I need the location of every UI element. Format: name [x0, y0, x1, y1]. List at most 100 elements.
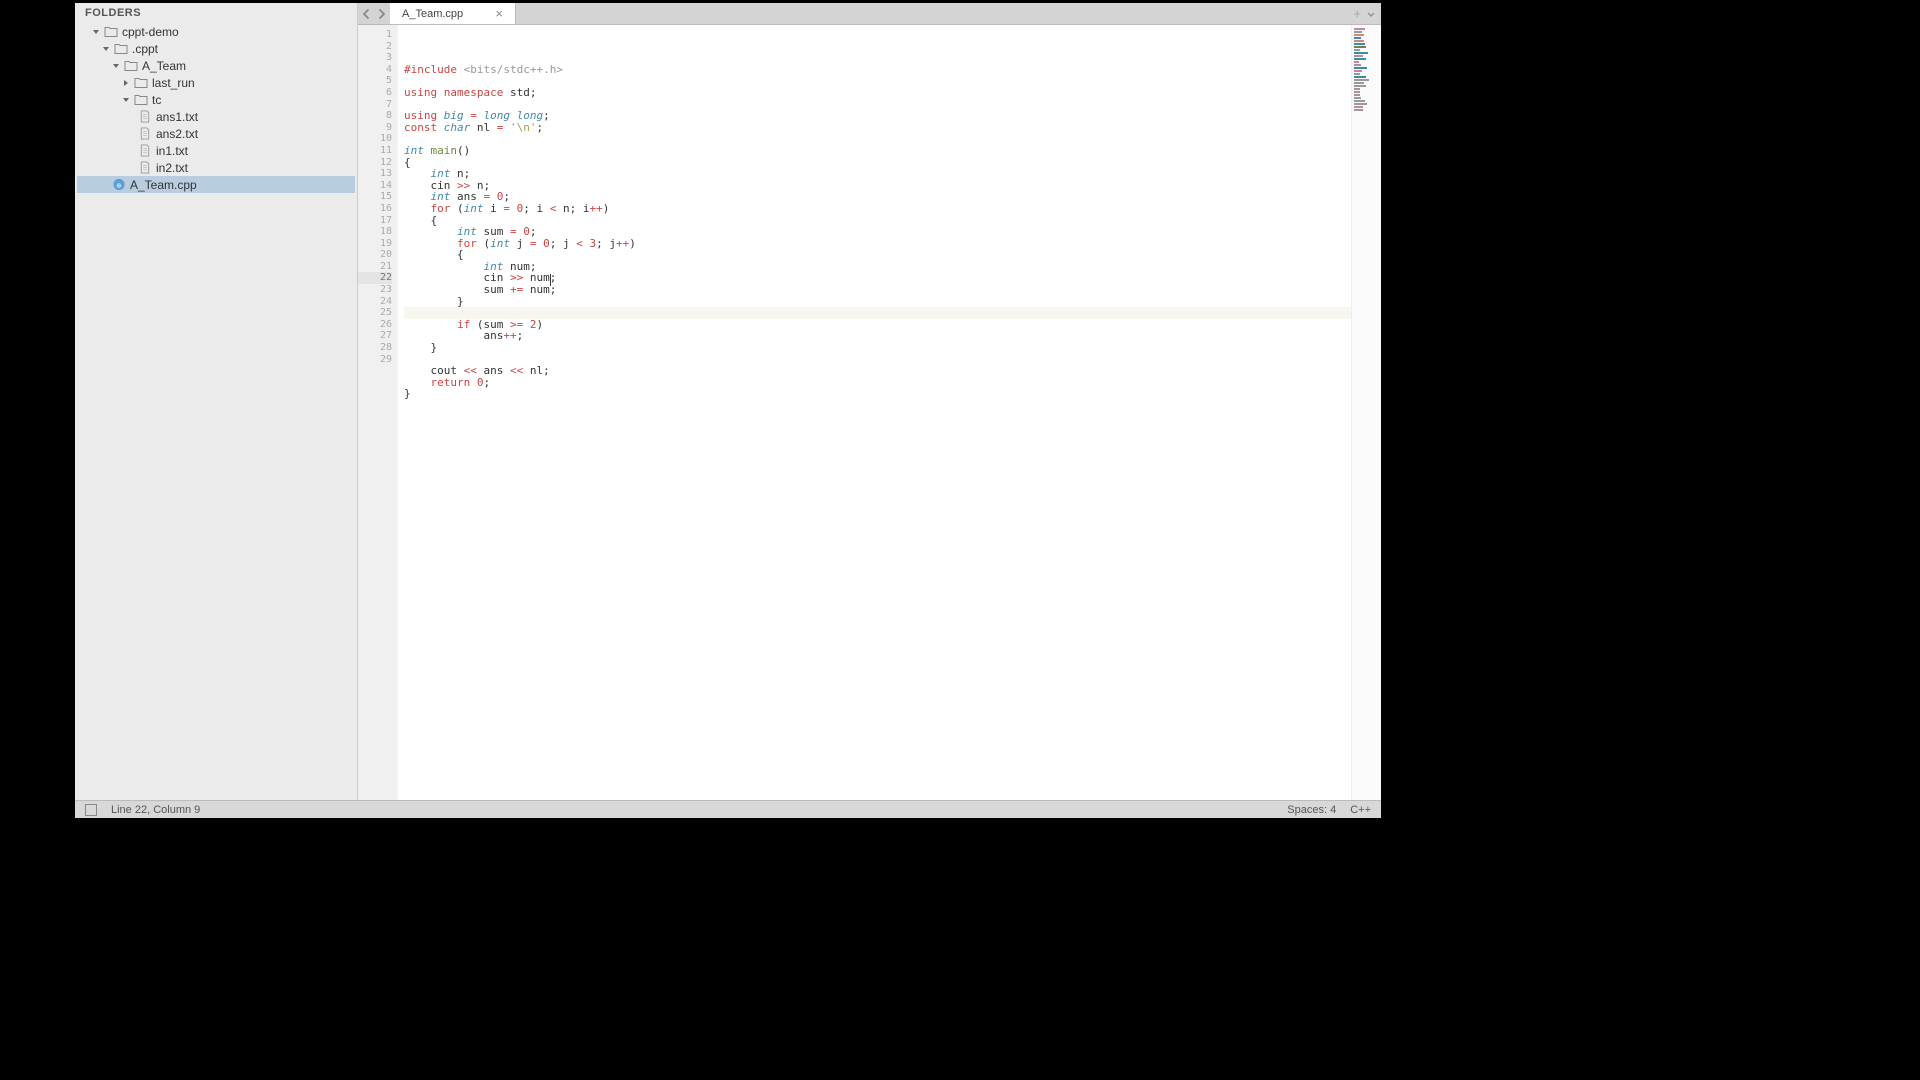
new-tab-icon[interactable]: +: [1353, 6, 1361, 21]
status-spaces[interactable]: Spaces: 4: [1287, 804, 1336, 816]
file-icon: [137, 144, 152, 158]
chevron-down-icon[interactable]: [111, 61, 121, 71]
file-ans1-txt[interactable]: ans1.txt: [77, 108, 355, 125]
folder--cppt[interactable]: .cppt: [77, 40, 355, 57]
line-number: 7: [358, 99, 392, 111]
minimap-line: [1354, 79, 1369, 81]
tab-file[interactable]: A_Team.cpp ×: [390, 3, 516, 24]
code-line[interactable]: int n;: [404, 168, 1351, 180]
minimap-line: [1354, 46, 1366, 48]
code-line[interactable]: }: [404, 342, 1351, 354]
chevron-down-icon[interactable]: [91, 27, 101, 37]
file-A_Team-cpp[interactable]: ⊕A_Team.cpp: [77, 176, 355, 193]
minimap-line: [1354, 31, 1362, 33]
line-number: 16: [358, 203, 392, 215]
line-number: 1: [358, 29, 392, 41]
folder-tree: cppt-demo .cpptA_Team last_runtcans1.txt an…: [75, 23, 357, 193]
line-number: 5: [358, 75, 392, 87]
tree-item-label: cppt-demo: [122, 25, 179, 39]
minimap-line: [1354, 109, 1363, 111]
code-line[interactable]: for (int i = 0; i < n; i++): [404, 203, 1351, 215]
tree-item-label: in2.txt: [156, 161, 188, 175]
minimap-line: [1354, 100, 1365, 102]
folder-icon: [123, 59, 138, 73]
minimap-line: [1354, 85, 1366, 87]
chevron-down-icon[interactable]: [121, 95, 131, 105]
main-area: FOLDERS cppt-demo.cpptA_Teamlast_runtcan…: [75, 3, 1381, 800]
tree-item-label: ans2.txt: [156, 127, 198, 141]
line-number: 10: [358, 133, 392, 145]
svg-text:⊕: ⊕: [116, 182, 122, 189]
code-line[interactable]: sum += num;: [404, 284, 1351, 296]
code-line[interactable]: [404, 133, 1351, 145]
code-area[interactable]: #include <bits/stdc++.h> using namespace …: [398, 25, 1351, 800]
status-bar: Line 22, Column 9 Spaces: 4 C++: [75, 800, 1381, 818]
code-line[interactable]: [404, 307, 1351, 319]
line-number: 2: [358, 41, 392, 53]
code-line[interactable]: if (sum >= 2): [404, 319, 1351, 331]
close-icon[interactable]: ×: [493, 8, 505, 20]
line-gutter: 1234567891011121314151617181920212223242…: [358, 25, 398, 800]
tab-next-icon[interactable]: [375, 7, 387, 21]
code-line[interactable]: {: [404, 215, 1351, 227]
code-line[interactable]: cin >> n;: [404, 180, 1351, 192]
line-number: 25: [358, 307, 392, 319]
minimap-line: [1354, 103, 1367, 105]
tree-item-label: tc: [152, 93, 161, 107]
minimap-line: [1354, 97, 1361, 99]
chevron-right-icon[interactable]: [121, 78, 131, 88]
file-in1-txt[interactable]: in1.txt: [77, 142, 355, 159]
minimap-line: [1354, 37, 1361, 39]
tab-prev-icon[interactable]: [361, 7, 373, 21]
code-line[interactable]: const char nl = '\n';: [404, 122, 1351, 134]
file-icon: [137, 161, 152, 175]
folder-tc[interactable]: tc: [77, 91, 355, 108]
code-line[interactable]: [404, 75, 1351, 87]
code-line[interactable]: return 0;: [404, 377, 1351, 389]
line-number: 22: [358, 272, 392, 284]
text-cursor: [550, 274, 551, 286]
file-ans2-txt[interactable]: ans2.txt: [77, 125, 355, 142]
code-line[interactable]: }: [404, 388, 1351, 400]
code-line[interactable]: ans++;: [404, 330, 1351, 342]
folder-last_run[interactable]: last_run: [77, 74, 355, 91]
folder-cppt-demo[interactable]: cppt-demo: [77, 23, 355, 40]
minimap-line: [1354, 82, 1364, 84]
editor-body[interactable]: 1234567891011121314151617181920212223242…: [358, 25, 1381, 800]
minimap-line: [1354, 67, 1367, 69]
minimap-line: [1354, 58, 1366, 60]
minimap[interactable]: [1351, 25, 1381, 800]
code-line[interactable]: int main(): [404, 145, 1351, 157]
minimap-line: [1354, 61, 1359, 63]
minimap-line: [1354, 40, 1364, 42]
tree-item-label: .cppt: [132, 42, 158, 56]
editor-panel: A_Team.cpp × + 1234567891011121314151617…: [358, 3, 1381, 800]
code-line[interactable]: {: [404, 157, 1351, 169]
tree-item-label: in1.txt: [156, 144, 188, 158]
tab-spacer: [516, 3, 1347, 24]
code-line[interactable]: for (int j = 0; j < 3; j++): [404, 238, 1351, 250]
line-number: 15: [358, 191, 392, 203]
sidebar: FOLDERS cppt-demo.cpptA_Teamlast_runtcan…: [75, 3, 358, 800]
code-line[interactable]: #include <bits/stdc++.h>: [404, 64, 1351, 76]
code-line[interactable]: {: [404, 249, 1351, 261]
tab-dropdown-icon[interactable]: [1367, 7, 1375, 21]
code-line[interactable]: using big = long long;: [404, 110, 1351, 122]
code-line[interactable]: cout << ans << nl;: [404, 365, 1351, 377]
status-language[interactable]: C++: [1350, 804, 1371, 816]
tab-right-controls: +: [1347, 3, 1381, 24]
line-number: 28: [358, 342, 392, 354]
status-cursor[interactable]: Line 22, Column 9: [111, 804, 200, 816]
minimap-line: [1354, 64, 1361, 66]
code-line[interactable]: using namespace std;: [404, 87, 1351, 99]
code-line[interactable]: }: [404, 296, 1351, 308]
tree-item-label: last_run: [152, 76, 195, 90]
status-panel-icon[interactable]: [85, 804, 97, 816]
folder-A_Team[interactable]: A_Team: [77, 57, 355, 74]
folder-icon: [133, 93, 148, 107]
chevron-down-icon[interactable]: [101, 44, 111, 54]
file-in2-txt[interactable]: in2.txt: [77, 159, 355, 176]
folder-icon: [133, 76, 148, 90]
sidebar-header: FOLDERS: [75, 3, 357, 23]
folder-icon: [113, 42, 128, 56]
